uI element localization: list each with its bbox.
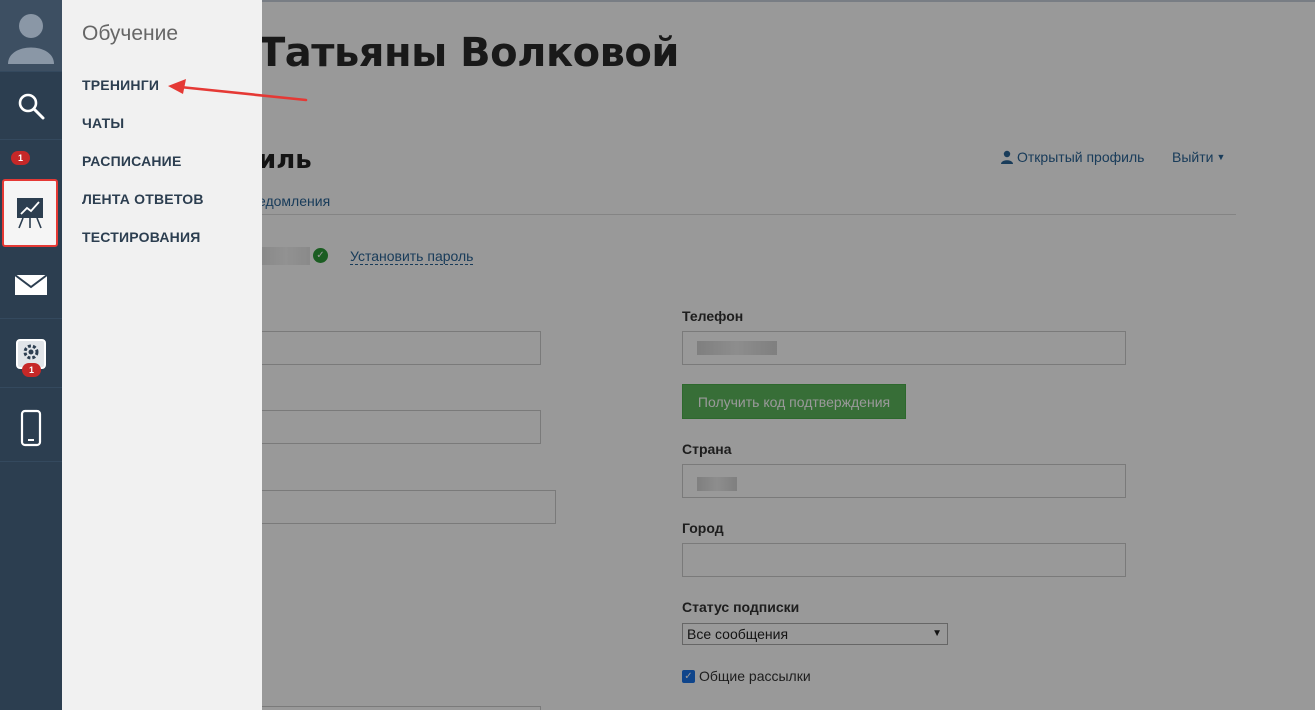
logout-dropdown[interactable]: Выйти ▼ bbox=[1172, 149, 1225, 165]
chevron-down-icon: ▼ bbox=[932, 628, 942, 639]
menu-item-schedule[interactable]: РАСПИСАНИЕ bbox=[82, 153, 182, 169]
icon-sidebar: 1 1 bbox=[0, 0, 62, 710]
left-field-3[interactable] bbox=[258, 490, 556, 524]
country-input[interactable] bbox=[682, 464, 1126, 498]
training-chart-icon bbox=[17, 198, 43, 229]
section-title: иль bbox=[258, 145, 312, 175]
menu-item-chats[interactable]: ЧАТЫ bbox=[82, 115, 124, 131]
left-field-4[interactable] bbox=[258, 706, 541, 710]
left-field-1[interactable] bbox=[258, 331, 541, 365]
notification-badge: 1 bbox=[11, 151, 31, 165]
sidebar-item-mail[interactable] bbox=[0, 251, 62, 319]
tab-divider bbox=[258, 214, 1236, 215]
subscription-status-select[interactable]: Все сообщения ▼ bbox=[682, 623, 948, 645]
phone-value-blurred bbox=[697, 341, 777, 355]
set-password-link[interactable]: Установить пароль bbox=[350, 248, 474, 265]
menu-item-answers-feed[interactable]: ЛЕНТА ОТВЕТОВ bbox=[82, 191, 204, 207]
sidebar-item-training[interactable] bbox=[2, 179, 58, 247]
newsletter-label: Общие рассылки bbox=[699, 668, 811, 684]
training-flyout-menu: Обучение ТРЕНИНГИ ЧАТЫ РАСПИСАНИЕ ЛЕНТА … bbox=[62, 0, 262, 710]
user-icon bbox=[1001, 150, 1013, 164]
verified-check-icon: ✓ bbox=[313, 248, 328, 263]
sidebar-item-mobile[interactable] bbox=[0, 394, 62, 462]
tab-notifications[interactable]: едомления bbox=[258, 193, 330, 209]
open-profile-link[interactable]: Открытый профиль bbox=[1000, 149, 1144, 165]
search-icon bbox=[18, 93, 45, 119]
country-label: Страна bbox=[682, 441, 732, 457]
subscription-status-label: Статус подписки bbox=[682, 599, 800, 615]
newsletter-checkbox[interactable]: ✓ bbox=[682, 669, 695, 683]
settings-badge: 1 bbox=[22, 363, 42, 377]
phone-label: Телефон bbox=[682, 308, 744, 324]
get-confirmation-code-button[interactable]: Получить код подтверждения bbox=[682, 384, 906, 419]
city-input[interactable] bbox=[682, 543, 1126, 577]
left-field-2[interactable] bbox=[258, 410, 541, 444]
newsletter-checkbox-row[interactable]: ✓ Общие рассылки bbox=[682, 668, 811, 684]
phone-input[interactable] bbox=[682, 331, 1126, 365]
mail-icon bbox=[14, 273, 48, 295]
sidebar-item-search[interactable] bbox=[0, 72, 62, 140]
sidebar-item-settings[interactable] bbox=[0, 320, 62, 388]
open-profile-label: Открытый профиль bbox=[1017, 149, 1145, 165]
user-avatar-icon bbox=[8, 13, 54, 64]
sidebar-avatar[interactable] bbox=[0, 0, 62, 72]
mobile-phone-icon bbox=[20, 409, 42, 446]
country-value-blurred bbox=[697, 477, 737, 491]
page-title: Татьяны Волковой bbox=[258, 30, 679, 76]
menu-title: Обучение bbox=[82, 22, 179, 45]
menu-item-testing[interactable]: ТЕСТИРОВАНИЯ bbox=[82, 229, 200, 245]
caret-down-icon: ▼ bbox=[1216, 152, 1226, 162]
subscription-status-value: Все сообщения bbox=[687, 626, 789, 642]
email-value-blurred bbox=[262, 247, 310, 265]
city-label: Город bbox=[682, 520, 724, 536]
logout-label: Выйти bbox=[1172, 149, 1214, 165]
menu-item-trainings[interactable]: ТРЕНИНГИ bbox=[82, 77, 159, 93]
